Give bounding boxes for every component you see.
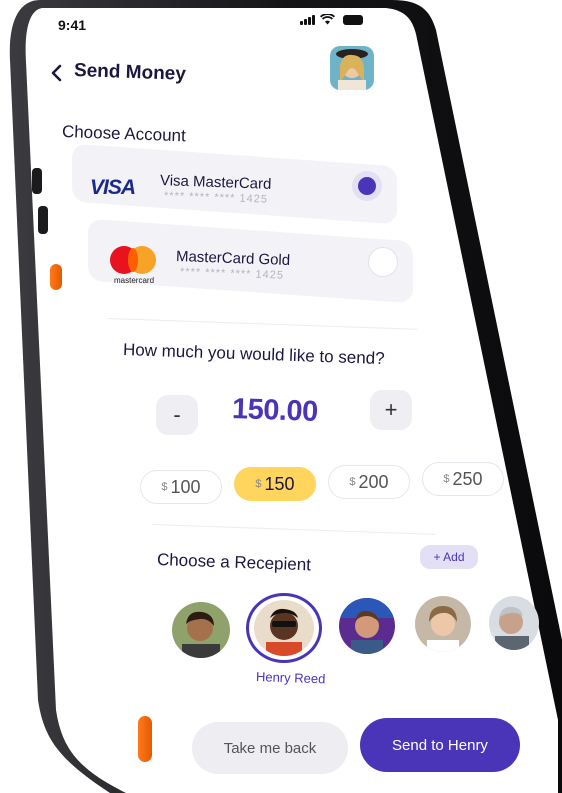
currency-symbol: $: [443, 473, 450, 485]
mastercard-logo: mastercard: [108, 244, 162, 286]
currency-symbol: $: [161, 481, 168, 493]
add-recipient-button[interactable]: + Add: [420, 545, 478, 569]
send-button[interactable]: Send to Henry: [360, 718, 520, 772]
radio-dot: [358, 177, 376, 195]
back-chevron-icon[interactable]: [48, 63, 66, 83]
recipient-photo: [254, 600, 314, 656]
recipient-avatar[interactable]: [415, 596, 471, 652]
choose-account-title: Choose Account: [61, 122, 187, 146]
recipient-avatar-selected[interactable]: [254, 600, 314, 656]
visa-logo: VISA: [90, 176, 136, 199]
preset-value: 150: [264, 473, 295, 494]
side-button-orange-bottom: [138, 716, 152, 762]
preset-chip-250[interactable]: $ 250: [422, 462, 504, 496]
currency-symbol: $: [255, 478, 262, 490]
recipient-photo: [415, 596, 471, 652]
card-radio-unselected[interactable]: [368, 247, 398, 277]
recipient-avatar[interactable]: [172, 602, 230, 658]
silent-switch: [32, 168, 42, 194]
preset-chip-100[interactable]: $ 100: [140, 470, 222, 504]
decrease-amount-button[interactable]: -: [156, 395, 198, 435]
preset-value: 250: [452, 468, 483, 489]
wifi-icon: [320, 14, 335, 25]
user-avatar-image: [330, 46, 374, 90]
battery-icon: [343, 14, 363, 25]
side-button-orange: [50, 264, 62, 290]
preset-chip-150[interactable]: $ 150: [234, 467, 316, 501]
user-avatar[interactable]: [330, 46, 374, 90]
volume-button: [38, 206, 48, 234]
mastercard-logo-text: mastercard: [114, 276, 155, 285]
recipient-photo: [172, 602, 230, 658]
signal-icon: [300, 14, 315, 25]
status-icons: [300, 14, 363, 25]
take-me-back-button[interactable]: Take me back: [192, 722, 348, 774]
preset-chip-200[interactable]: $ 200: [328, 465, 410, 499]
recipient-avatar[interactable]: [339, 598, 395, 654]
status-time: 9:41: [58, 17, 87, 33]
preset-value: 200: [358, 471, 389, 492]
currency-symbol: $: [349, 476, 356, 488]
increase-amount-button[interactable]: +: [370, 390, 412, 430]
page-title: Send Money: [73, 60, 187, 85]
selected-recipient-name: Henry Reed: [255, 669, 326, 687]
amount-value[interactable]: 150.00: [231, 393, 318, 429]
preset-value: 100: [170, 476, 201, 497]
recipient-avatar[interactable]: [489, 596, 539, 650]
recipient-photo: [489, 596, 539, 650]
card-radio-selected[interactable]: [352, 171, 382, 201]
recipient-photo: [339, 598, 395, 654]
